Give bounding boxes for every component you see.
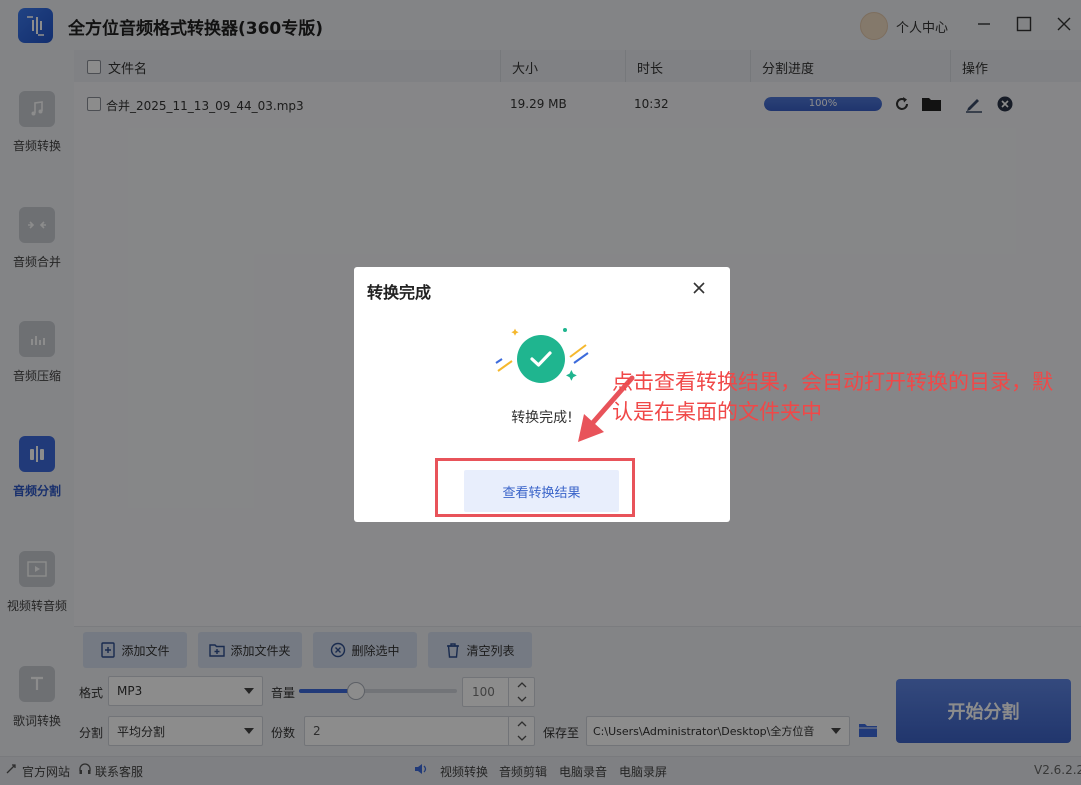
- annotation-highlight-box: [435, 458, 635, 517]
- close-icon: [693, 282, 705, 294]
- success-check-icon: [517, 335, 565, 383]
- dialog-close-button[interactable]: [688, 277, 710, 299]
- dialog-title: 转换完成: [367, 283, 432, 302]
- annotation-text: 点击查看转换结果，会自动打开转换的目录，默认是在桌面的文件夹中: [612, 370, 1053, 424]
